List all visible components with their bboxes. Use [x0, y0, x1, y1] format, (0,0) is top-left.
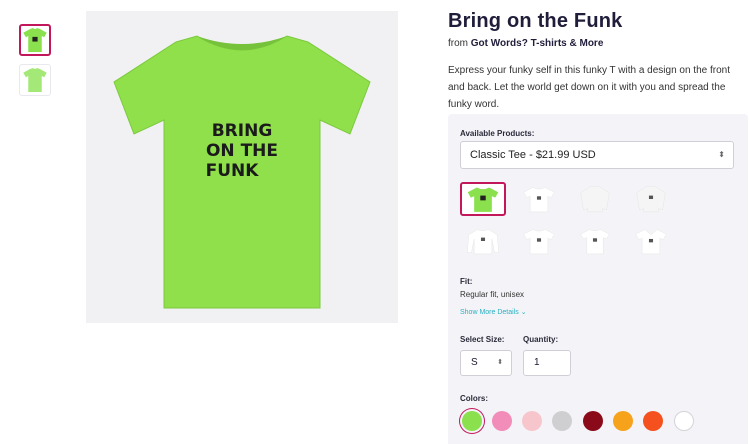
- product-tile-zip-hoodie[interactable]: [628, 182, 674, 216]
- product-select[interactable]: Classic Tee - $21.99 USD ⬍: [460, 141, 734, 169]
- quantity-input[interactable]: 1: [523, 350, 571, 376]
- swatch-pink[interactable]: [492, 411, 512, 431]
- swatch-light-pink[interactable]: [522, 411, 542, 431]
- product-tile-womens-tee[interactable]: [572, 224, 618, 258]
- shirt-text-line3: FUNK: [206, 161, 260, 181]
- product-tile-tee-white[interactable]: [516, 182, 562, 216]
- store-link[interactable]: Got Words? T-shirts & More: [471, 38, 604, 49]
- tshirt-icon: BRING ON THE FUNK: [113, 35, 371, 309]
- available-products-label: Available Products:: [460, 129, 535, 138]
- tshirt-back-thumb-icon: [23, 68, 47, 92]
- hoodie-print-icon: [636, 185, 666, 213]
- product-select-value: Classic Tee - $21.99 USD: [470, 149, 596, 161]
- size-value: S: [471, 357, 478, 368]
- swatch-grey[interactable]: [552, 411, 572, 431]
- shirt-text-line2: ON THE: [206, 141, 278, 161]
- page-title: Bring on the Funk: [448, 10, 623, 32]
- tshirt-white-4-icon: [635, 229, 667, 255]
- quantity-label: Quantity:: [523, 335, 559, 344]
- show-more-details-link[interactable]: Show More Details ⌄: [460, 308, 527, 316]
- size-select[interactable]: S ⬍: [460, 350, 512, 376]
- colors-label: Colors:: [460, 394, 488, 403]
- swatch-red-orange[interactable]: [643, 411, 663, 431]
- fit-value: Regular fit, unisex: [460, 290, 525, 299]
- product-description: Express your funky self in this funky T …: [448, 65, 730, 110]
- swatch-orange[interactable]: [613, 411, 633, 431]
- product-tile-classic-tee[interactable]: [460, 182, 506, 216]
- product-tile-vneck[interactable]: [628, 224, 674, 258]
- size-arrows-icon: ⬍: [497, 359, 503, 366]
- tshirt-front-thumb-icon: [23, 28, 47, 52]
- swatch-lime[interactable]: [462, 411, 482, 431]
- size-label: Select Size:: [460, 335, 505, 344]
- product-tile-premium-tee[interactable]: [516, 224, 562, 258]
- longsleeve-icon: [467, 229, 499, 255]
- main-product-image: BRING ON THE FUNK: [86, 11, 398, 323]
- hoodie-icon: [580, 185, 610, 213]
- product-tile-hoodie[interactable]: [572, 182, 618, 216]
- thumbnail-back[interactable]: [19, 64, 51, 96]
- chevron-down-icon: ⌄: [520, 309, 527, 316]
- thumbnail-front[interactable]: [19, 24, 51, 56]
- options-panel: Available Products: Classic Tee - $21.99…: [448, 114, 748, 444]
- show-more-label: Show More Details: [460, 309, 519, 316]
- swatch-white[interactable]: [674, 411, 694, 431]
- tshirt-white-3-icon: [580, 229, 610, 255]
- store-byline: from Got Words? T-shirts & More: [448, 38, 603, 49]
- swatch-maroon[interactable]: [583, 411, 603, 431]
- tshirt-green-icon: [467, 187, 499, 212]
- fit-label: Fit:: [460, 277, 473, 286]
- tshirt-white-icon: [523, 187, 555, 213]
- select-arrows-icon: ⬍: [718, 150, 725, 159]
- tshirt-white-2-icon: [523, 229, 555, 255]
- from-prefix: from: [448, 38, 468, 49]
- shirt-text-line1: BRING: [212, 121, 273, 141]
- product-tile-longsleeve[interactable]: [460, 224, 506, 258]
